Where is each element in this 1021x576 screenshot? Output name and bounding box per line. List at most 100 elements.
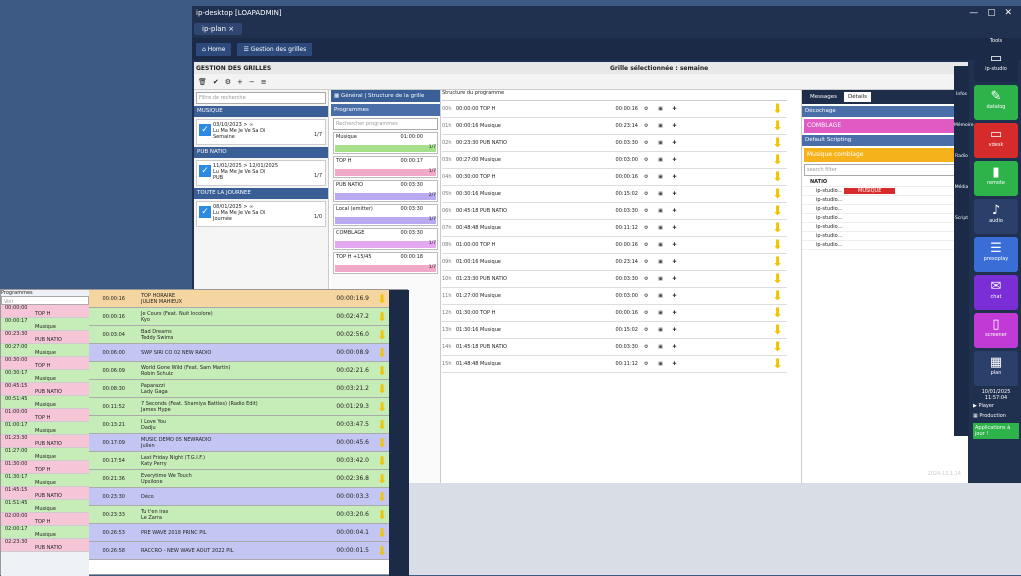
grid-tab-button[interactable]: ☰ Gestion des grilles (237, 42, 313, 56)
slot[interactable]: 01:23:30 PUB NATIO (1, 435, 89, 448)
track-row[interactable]: 00:06:09 World Gone Wild (Feat. Sam Marti… (89, 362, 389, 380)
track-row[interactable]: 00:23:30 Déco 00:00:03.3 ⬇ (89, 488, 389, 506)
track-row[interactable]: 00:11:52 7 Seconds (Feat. Shamiya Battles… (89, 398, 389, 416)
tree-item[interactable]: ip-studio... (802, 232, 968, 241)
arrow-down-icon[interactable]: ⬇ (772, 238, 783, 253)
track-row[interactable]: 00:08:30 Paparazzi Lady Gaga 00:03:21.2 ⬇ (89, 380, 389, 398)
arrow-down-icon[interactable]: ⬇ (772, 272, 783, 287)
vtool-0[interactable]: Infos (954, 92, 969, 97)
arrow-down-icon[interactable]: ⬇ (377, 292, 387, 306)
tab-general[interactable]: ▦ Général | Structure de la grille (331, 90, 440, 102)
arrow-down-icon[interactable]: ⬇ (772, 323, 783, 338)
grid-row[interactable]: 13h 01:30:16 Musique 00:15:02 ⚙ ▣ ✚ ⬇ (442, 322, 787, 339)
arrow-down-icon[interactable]: ⬇ (772, 221, 783, 236)
vtool-2[interactable]: Radio (954, 154, 969, 159)
grid-row[interactable]: 05h 00:30:16 Musique 00:15:02 ⚙ ▣ ✚ ⬇ (442, 186, 787, 203)
grid-row[interactable]: 03h 00:27:00 Musique 00:03:00 ⚙ ▣ ✚ ⬇ (442, 152, 787, 169)
track-row[interactable]: 00:17:54 Last Friday Night (T.G.I.F.) Kat… (89, 452, 389, 470)
slot[interactable]: 00:27:00 Musique (1, 344, 89, 357)
slot[interactable]: 01:30:00 TOP H (1, 461, 89, 474)
rules-search-input[interactable]: Filtre de recherche (196, 92, 326, 104)
grid-row[interactable]: 06h 00:45:18 PUB NATIO 00:03:30 ⚙ ▣ ✚ ⬇ (442, 203, 787, 220)
slot[interactable]: 01:51:45 Musique (1, 500, 89, 513)
launcher-ip-studio[interactable]: ▭ ip-studio (974, 47, 1018, 82)
comblage-box[interactable]: COMBLAGE (804, 119, 966, 133)
arrow-down-icon[interactable]: ⬇ (377, 328, 387, 342)
grid-row[interactable]: 00h 00:00:00 TOP H 00:00:16 ⚙ ▣ ✚ ⬇ (442, 101, 787, 118)
tab-messages[interactable]: Messages (806, 92, 841, 102)
vtool-3[interactable]: Média (954, 185, 969, 190)
arrow-down-icon[interactable]: ⬇ (377, 472, 387, 486)
arrow-down-icon[interactable]: ⬇ (377, 526, 387, 540)
slot[interactable]: 01:00:17 Musique (1, 422, 89, 435)
grid-row[interactable]: 15h 01:48:48 Musique 00:11:12 ⚙ ▣ ✚ ⬇ (442, 356, 787, 373)
arrow-down-icon[interactable]: ⬇ (377, 508, 387, 522)
slot[interactable]: 01:45:15 PUB NATIO (1, 487, 89, 500)
arrow-down-icon[interactable]: ⬇ (377, 400, 387, 414)
slot[interactable]: 00:00:17 Musique (1, 318, 89, 331)
tree-item[interactable]: ip-studio... (802, 196, 968, 205)
slot[interactable]: 00:30:17 Musique (1, 370, 89, 383)
grid-row[interactable]: 01h 00:00:16 Musique 00:23:14 ⚙ ▣ ✚ ⬇ (442, 118, 787, 135)
track-row[interactable]: 00:26:53 PRE WAVE 2018 PRINC PIL 00:00:04.… (89, 524, 389, 542)
track-row[interactable]: 00:21:36 Everytime We Touch Upsilone 00:02… (89, 470, 389, 488)
programme-item[interactable]: COMBLAGE 00:03:30 1/7 (333, 228, 438, 250)
launcher-chat[interactable]: ✉ chat (974, 275, 1018, 310)
grid-row[interactable]: 14h 01:45:18 PUB NATIO 00:03:30 ⚙ ▣ ✚ ⬇ (442, 339, 787, 356)
slot[interactable]: 01:27:00 Musique (1, 448, 89, 461)
window-controls[interactable]: — ▢ ✕ (969, 8, 1015, 18)
check-icon[interactable]: ✔ (213, 78, 219, 86)
arrow-down-icon[interactable]: ⬇ (772, 357, 783, 372)
track-row[interactable]: 00:13:21 I Love You Dadju 00:03:47.5 ⬇ (89, 416, 389, 434)
slot[interactable]: 00:30:00 TOP H (1, 357, 89, 370)
arrow-down-icon[interactable]: ⬇ (377, 346, 387, 360)
settings-icon[interactable]: ⚙ (225, 78, 231, 86)
launcher-vdesk[interactable]: ▭ vdesk (974, 123, 1018, 158)
slot[interactable]: 00:00:00 TOP H (1, 305, 89, 318)
rule-card[interactable]: ✓ 03/10/2023 > ∞ Lu Ma Me Je Ve Sa Di Semai… (196, 119, 326, 145)
section-header[interactable]: MUSIQUE (194, 106, 328, 117)
slot[interactable]: 00:45:15 PUB NATIO (1, 383, 89, 396)
arrow-down-icon[interactable]: ⬇ (772, 119, 783, 134)
slot[interactable]: 02:23:30 PUB NATIO (1, 539, 89, 552)
programme-item[interactable]: TOP H 00:00:17 1/7 (333, 156, 438, 178)
add-icon[interactable]: + (237, 78, 243, 86)
tree-root[interactable]: NATIO (802, 178, 968, 187)
section-header[interactable]: TOUTE LA JOURNEE (194, 188, 328, 199)
production-button[interactable]: ▦ Production (971, 411, 1021, 421)
remove-icon[interactable]: − (249, 78, 255, 86)
tree-item[interactable]: ip-studio... (802, 205, 968, 214)
programme-item[interactable]: PUB NATIO 00:03:30 2/7 (333, 180, 438, 202)
launcher-presoplay[interactable]: ☰ presoplay (974, 237, 1018, 272)
launcher-audio[interactable]: ♪ audio (974, 199, 1018, 234)
launcher-screener[interactable]: ▯ screener (974, 313, 1018, 348)
arrow-down-icon[interactable]: ⬇ (772, 170, 783, 185)
programmes-filter[interactable]: Voir (1, 296, 89, 305)
vtool-4[interactable]: Script (954, 216, 969, 221)
arrow-down-icon[interactable]: ⬇ (772, 289, 783, 304)
arrow-down-icon[interactable]: ⬇ (377, 436, 387, 450)
track-row[interactable]: 00:26:58 RACCRO - NEW WAVE AOUT 2022 PIL 0… (89, 542, 389, 560)
player-button[interactable]: ▶ Player (971, 401, 1021, 411)
delete-icon[interactable]: 🗑 (198, 78, 207, 86)
arrow-down-icon[interactable]: ⬇ (772, 136, 783, 151)
tab-details[interactable]: Détails (843, 92, 872, 102)
arrow-down-icon[interactable]: ⬇ (377, 364, 387, 378)
arrow-down-icon[interactable]: ⬇ (772, 255, 783, 270)
slot[interactable]: 01:30:17 Musique (1, 474, 89, 487)
section-header[interactable]: PUB NATIO (194, 147, 328, 158)
arrow-down-icon[interactable]: ⬇ (772, 153, 783, 168)
programme-item[interactable]: Musique 01:00:00 1/7 (333, 132, 438, 154)
track-row[interactable]: 00:03:04 Bad Dreams Teddy Swims 00:02:56.0… (89, 326, 389, 344)
programme-item[interactable]: Local (emitter) 00:03:30 1/7 (333, 204, 438, 226)
programme-item[interactable]: TOP H +15/45 00:00:18 1/7 (333, 252, 438, 274)
rule-card[interactable]: ✓ 11/01/2025 > 12/01/2025 Lu Ma Me Je Ve S… (196, 160, 326, 186)
launcher-datalog[interactable]: ✎ datalog (974, 85, 1018, 120)
grid-row[interactable]: 10h 01:23:30 PUB NATIO 00:03:30 ⚙ ▣ ✚ ⬇ (442, 271, 787, 288)
slot[interactable]: 02:00:00 TOP H (1, 513, 89, 526)
tree-item[interactable]: ip-studio... (802, 223, 968, 232)
filter-input[interactable]: search filter (804, 164, 966, 176)
grid-row[interactable]: 12h 01:30:00 TOP H 00:00:16 ⚙ ▣ ✚ ⬇ (442, 305, 787, 322)
close-icon[interactable]: × (228, 25, 234, 33)
arrow-down-icon[interactable]: ⬇ (772, 102, 783, 117)
